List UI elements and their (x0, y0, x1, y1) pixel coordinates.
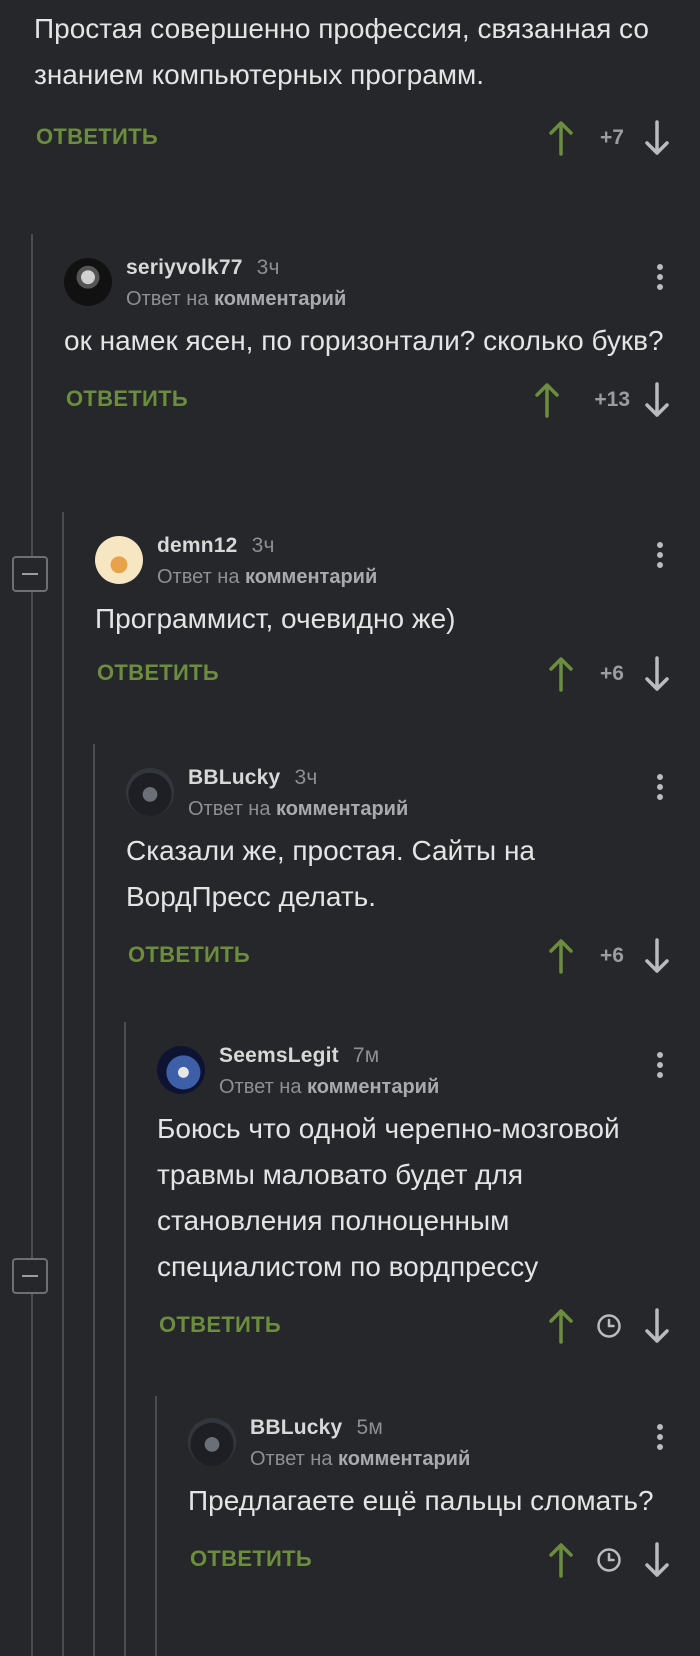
reply-target-link[interactable]: комментарий (338, 1448, 470, 1470)
comment-time: 3ч (294, 766, 318, 789)
thread-line-3 (93, 744, 95, 1656)
reply-button[interactable]: ОТВЕТИТЬ (190, 1546, 312, 1572)
avatar[interactable] (64, 258, 112, 306)
comment-text: Программист, очевидно же) (95, 603, 456, 634)
arrow-down-icon[interactable] (644, 382, 670, 423)
reply-to: Ответ на комментарий (126, 288, 347, 310)
avatar[interactable] (95, 536, 143, 584)
arrow-up-icon[interactable] (548, 120, 574, 161)
kebab-icon[interactable] (656, 542, 664, 572)
comment-top: Простая совершенно профессия, связанная … (34, 6, 700, 166)
comment-header: demn12 3ч Ответ на комментарий (95, 528, 700, 588)
comment-actions: ОТВЕТИТЬ +7 (34, 110, 700, 166)
arrow-up-icon[interactable] (548, 1308, 574, 1349)
arrow-down-icon[interactable] (644, 120, 670, 161)
comment-header: seriyvolk77 3ч Ответ на комментарий (64, 250, 700, 310)
comment: seriyvolk77 3ч Ответ на комментарий ок на… (64, 250, 700, 428)
comment: demn12 3ч Ответ на комментарий Программис… (95, 528, 700, 702)
reply-target-link[interactable]: комментарий (214, 288, 346, 310)
comment-time: 7м (352, 1044, 380, 1067)
reply-target-link[interactable]: комментарий (245, 566, 377, 588)
comment-time: 5м (356, 1416, 383, 1439)
reply-to: Ответ на комментарий (188, 798, 409, 820)
comment-actions: ОТВЕТИТЬ (157, 1298, 700, 1354)
comment: BBLucky 3ч Ответ на комментарий Сказали ж… (126, 760, 700, 984)
comment-actions: ОТВЕТИТЬ +6 (126, 928, 700, 984)
kebab-icon[interactable] (656, 774, 664, 804)
comment-text: Боюсь что одной черепно-мозговой травмы … (157, 1113, 620, 1282)
arrow-down-icon[interactable] (644, 1542, 670, 1583)
arrow-up-icon[interactable] (534, 382, 560, 423)
kebab-icon[interactable] (656, 264, 664, 294)
kebab-icon[interactable] (656, 1424, 664, 1454)
reply-button[interactable]: ОТВЕТИТЬ (128, 942, 250, 968)
comment-text: ок намек ясен, по горизонтали? сколько б… (64, 325, 664, 356)
rating-value: +6 (600, 944, 624, 967)
comment-time: 3ч (256, 256, 280, 279)
clock-icon (596, 1313, 622, 1344)
reply-target-link[interactable]: комментарий (276, 798, 408, 820)
kebab-icon[interactable] (656, 1052, 664, 1082)
arrow-up-icon[interactable] (548, 656, 574, 697)
reply-target-link[interactable]: комментарий (307, 1076, 439, 1098)
rating-value: +13 (594, 388, 630, 411)
comment-actions: ОТВЕТИТЬ (188, 1532, 700, 1588)
thread-line-5 (155, 1396, 157, 1656)
arrow-down-icon[interactable] (644, 1308, 670, 1349)
rating-value: +7 (600, 126, 624, 149)
comment-time: 3ч (251, 534, 275, 557)
comment-text: Простая совершенно профессия, связанная … (34, 13, 649, 90)
collapse-thread-button[interactable] (12, 1258, 48, 1294)
comment: BBLucky 5м Ответ на комментарий Предлагае… (188, 1410, 700, 1588)
reply-button[interactable]: ОТВЕТИТЬ (66, 386, 188, 412)
reply-to: Ответ на комментарий (250, 1448, 471, 1470)
arrow-down-icon[interactable] (644, 938, 670, 979)
reply-button[interactable]: ОТВЕТИТЬ (159, 1312, 281, 1338)
thread-line-4 (124, 1022, 126, 1656)
comment-actions: ОТВЕТИТЬ +6 (95, 646, 700, 702)
collapse-thread-button[interactable] (12, 556, 48, 592)
reply-button[interactable]: ОТВЕТИТЬ (36, 124, 158, 150)
username[interactable]: SeemsLegit 7м (219, 1044, 379, 1068)
comment-header: SeemsLegit 7м Ответ на комментарий (157, 1038, 700, 1098)
comment-text: Предлагаете ещё пальцы сломать? (188, 1485, 654, 1516)
comment-actions: ОТВЕТИТЬ +13 (64, 372, 700, 428)
avatar[interactable] (126, 768, 174, 816)
comment: SeemsLegit 7м Ответ на комментарий Боюсь … (157, 1038, 700, 1354)
arrow-down-icon[interactable] (644, 656, 670, 697)
username[interactable]: BBLucky 5м (250, 1416, 383, 1440)
avatar[interactable] (188, 1418, 236, 1466)
reply-to: Ответ на комментарий (157, 566, 378, 588)
username[interactable]: BBLucky 3ч (188, 766, 317, 790)
comment-header: BBLucky 3ч Ответ на комментарий (126, 760, 700, 820)
thread-line-2 (62, 512, 64, 1656)
clock-icon (596, 1547, 622, 1578)
thread-line-1 (31, 234, 33, 1656)
comment-header: BBLucky 5м Ответ на комментарий (188, 1410, 700, 1470)
arrow-up-icon[interactable] (548, 938, 574, 979)
arrow-up-icon[interactable] (548, 1542, 574, 1583)
reply-button[interactable]: ОТВЕТИТЬ (97, 660, 219, 686)
comment-text: Сказали же, простая. Сайты на ВордПресс … (126, 835, 535, 912)
rating-value: +6 (600, 662, 624, 685)
reply-to: Ответ на комментарий (219, 1076, 440, 1098)
username[interactable]: seriyvolk77 3ч (126, 256, 280, 280)
username[interactable]: demn12 3ч (157, 534, 275, 558)
avatar[interactable] (157, 1046, 205, 1094)
